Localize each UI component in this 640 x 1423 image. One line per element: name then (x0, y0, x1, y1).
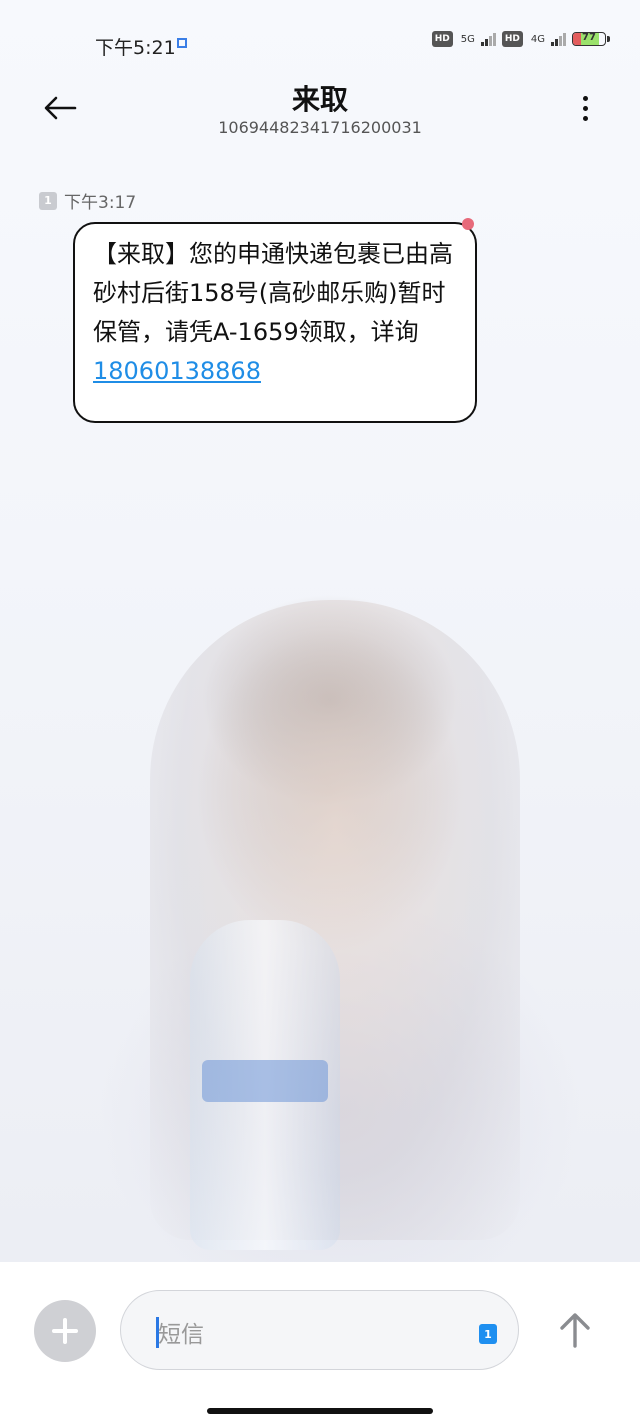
battery-level: 77 (582, 32, 596, 43)
sim-card-icon: 1 (39, 191, 57, 210)
message-text: 【来取】您的申通快递包裹已由高砂村后街158号(高砂邮乐购)暂时保管，请凭A-1… (93, 240, 453, 346)
message-meta: 1 下午3:17 (39, 188, 136, 213)
message-time: 下午3:17 (64, 193, 137, 213)
signal-icon (551, 32, 566, 46)
sticker-icon (462, 218, 474, 230)
message-input-placeholder: 短信 (158, 1322, 204, 1348)
phone-number-link[interactable]: 18060138868 (93, 352, 261, 391)
conversation-title: 来取 (291, 83, 348, 116)
signal-icon (480, 32, 496, 46)
network-type: 4G (530, 33, 545, 45)
sender-number: 10694482341716200031 (218, 118, 422, 137)
notification-icon (177, 38, 187, 48)
status-bar: 下午5:21 HD 5G HD 4G 77 (0, 0, 640, 88)
hd-badge: HD (501, 31, 523, 47)
wallpaper-bottle (190, 920, 340, 1250)
sim-select-button[interactable]: 1 (479, 1324, 497, 1344)
more-options-button[interactable] (570, 88, 600, 128)
status-indicators: HD 5G HD 4G 77 (431, 31, 610, 47)
home-indicator[interactable] (207, 1408, 433, 1414)
more-vertical-icon (582, 95, 588, 101)
network-type: 5G (460, 33, 475, 45)
send-button[interactable] (555, 1310, 595, 1350)
message-bubble[interactable]: 【来取】您的申通快递包裹已由高砂村后街158号(高砂邮乐购)暂时保管，请凭A-1… (73, 218, 477, 423)
battery-icon: 77 (572, 32, 610, 46)
composer-bar: 短信 1 (0, 1262, 640, 1423)
message-input[interactable]: 短信 1 (120, 1290, 519, 1370)
send-arrow-icon (560, 1313, 590, 1348)
hd-badge: HD (431, 31, 453, 47)
add-attachment-button[interactable] (34, 1300, 96, 1362)
status-time: 下午5:21 (95, 37, 176, 59)
